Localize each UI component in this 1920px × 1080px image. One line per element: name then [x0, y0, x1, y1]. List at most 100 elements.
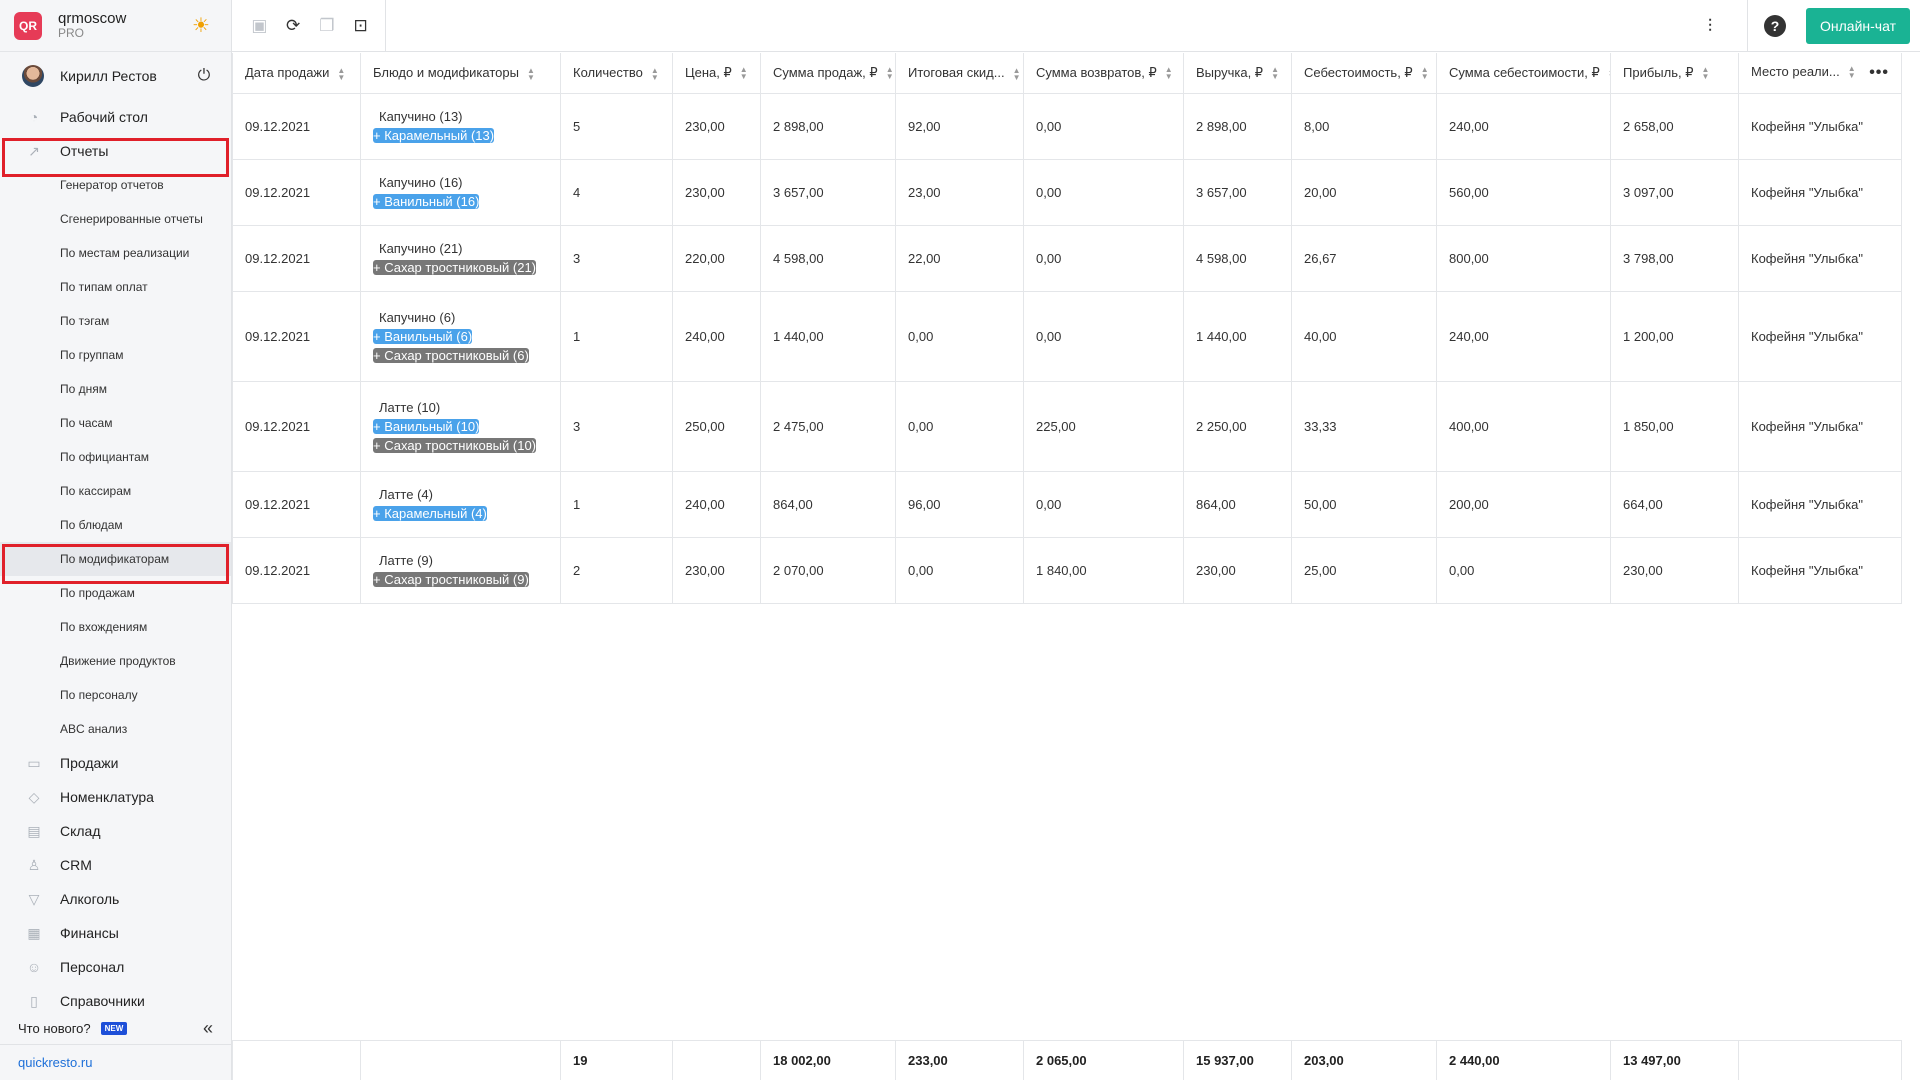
sidebar-report-item[interactable]: По типам оплат: [0, 270, 231, 304]
nav-item-label: CRM: [60, 857, 92, 873]
nav-section-item[interactable]: ◇ Номенклатура: [0, 780, 231, 814]
dish-name: Латте (4): [379, 487, 433, 502]
sidebar-report-item[interactable]: По группам: [0, 338, 231, 372]
inbox-icon[interactable]: ⊡: [351, 16, 370, 36]
site-link[interactable]: quickresto.ru: [0, 1044, 231, 1080]
column-header[interactable]: Цена, ₽ ▲ ▼: [672, 53, 761, 94]
cell-returns: 0,00: [1023, 470, 1184, 538]
nav-item-desktop[interactable]: ◔ Рабочий стол: [0, 100, 231, 134]
nav-section-item[interactable]: ▦ Финансы: [0, 916, 231, 950]
sidebar-report-item[interactable]: По местам реализации: [0, 236, 231, 270]
settings-sliders-icon[interactable]: ⫶: [1699, 15, 1721, 37]
column-header[interactable]: Количество ▲ ▼: [560, 53, 673, 94]
sort-icon[interactable]: ▲▼: [1271, 66, 1279, 81]
sort-icon[interactable]: ▲▼: [1165, 66, 1173, 81]
column-header[interactable]: Сумма возвратов, ₽ ▲ ▼: [1023, 53, 1184, 94]
table-row[interactable]: 09.12.2021 Капучино (6) + Ванильный (6) + С…: [232, 290, 1902, 382]
cell-profit: 1 850,00: [1610, 380, 1739, 472]
online-chat-button[interactable]: Онлайн-чат: [1806, 8, 1910, 44]
sidebar-report-item[interactable]: ABC анализ: [0, 712, 231, 746]
cell-revenue: 1 440,00: [1183, 290, 1292, 382]
more-options-icon[interactable]: •••: [1869, 64, 1889, 82]
sidebar-report-item[interactable]: По официантам: [0, 440, 231, 474]
new-badge: NEW: [100, 1021, 128, 1035]
user-profile[interactable]: Кирилл Рестов ⏻: [0, 52, 231, 100]
sidebar-report-item[interactable]: По модификаторам: [0, 542, 231, 576]
column-header[interactable]: Блюдо и модификаторы ▲ ▼: [360, 53, 561, 94]
sidebar-report-item[interactable]: По часам: [0, 406, 231, 440]
brand-name: qrmoscow: [58, 9, 127, 27]
sort-icon[interactable]: ▲▼: [1848, 65, 1856, 80]
collapse-sidebar-icon[interactable]: «: [203, 1018, 213, 1039]
sidebar-report-item[interactable]: По кассирам: [0, 474, 231, 508]
column-header[interactable]: Итоговая скид... ▲ ▼: [895, 53, 1024, 94]
sidebar-report-item[interactable]: По блюдам: [0, 508, 231, 542]
sidebar-report-item[interactable]: По дням: [0, 372, 231, 406]
nav-item-reports[interactable]: ↗ Отчеты: [0, 134, 231, 168]
table-row[interactable]: 09.12.2021 Капучино (16) + Ванильный (16) 4…: [232, 158, 1902, 226]
whats-new-link[interactable]: Что нового? NEW «: [0, 1012, 231, 1044]
sidebar-report-item[interactable]: По персоналу: [0, 678, 231, 712]
cell-date: 09.12.2021: [232, 536, 361, 604]
column-header[interactable]: Прибыль, ₽ ▲ ▼: [1610, 53, 1739, 94]
cell-place: Кофейня "Улыбка": [1738, 536, 1902, 604]
column-header[interactable]: Дата продажи ▲ ▼: [232, 53, 361, 94]
cell-discount: 0,00: [895, 290, 1024, 382]
sort-icon[interactable]: ▲▼: [527, 66, 535, 81]
cell-qty: 5: [560, 92, 673, 160]
table-row[interactable]: 09.12.2021 Латте (10) + Ванильный (10) + Са…: [232, 380, 1902, 472]
sort-icon[interactable]: ▲▼: [337, 66, 345, 81]
sun-icon[interactable]: ☀: [191, 16, 211, 36]
sidebar-report-item[interactable]: Генератор отчетов: [0, 168, 231, 202]
total-sales: 18 002,00: [760, 1040, 896, 1080]
copy-icon[interactable]: ❐: [318, 16, 337, 36]
column-header-label: Место реали...: [1751, 63, 1840, 79]
sort-icon[interactable]: ▲▼: [1701, 66, 1709, 81]
brand-header[interactable]: QR qrmoscow PRO ☀: [0, 0, 231, 52]
sort-icon[interactable]: ▲▼: [1421, 66, 1429, 81]
cell-place: Кофейня "Улыбка": [1738, 158, 1902, 226]
nav-section-item[interactable]: ▭ Продажи: [0, 746, 231, 780]
cell-discount: 96,00: [895, 470, 1024, 538]
totals-table: 19 18 002,00 233,00 2 065,00 15 937,00 2…: [232, 1040, 1902, 1080]
nav-section-item[interactable]: ▽ Алкоголь: [0, 882, 231, 916]
sort-icon[interactable]: ▲▼: [1013, 66, 1021, 81]
cell-cost: 33,33: [1291, 380, 1437, 472]
table-row[interactable]: 09.12.2021 Латте (4) + Карамельный (4) 1 240…: [232, 470, 1902, 538]
cell-sales: 3 657,00: [760, 158, 896, 226]
sidebar-report-item[interactable]: По вхождениям: [0, 610, 231, 644]
nav-section-item[interactable]: ♙ CRM: [0, 848, 231, 882]
sidebar-report-item[interactable]: По продажам: [0, 576, 231, 610]
total-cell: [232, 1040, 361, 1080]
column-header-label: Блюдо и модификаторы: [373, 64, 519, 80]
table-row[interactable]: 09.12.2021 Капучино (13) + Карамельный (13…: [232, 92, 1902, 160]
nav-section-item[interactable]: ☺ Персонал: [0, 950, 231, 984]
cell-profit: 2 658,00: [1610, 92, 1739, 160]
column-header-label: Выручка, ₽: [1196, 64, 1264, 80]
table-row[interactable]: 09.12.2021 Капучино (21) + Сахар тростнико…: [232, 224, 1902, 292]
sidebar-report-item[interactable]: Движение продуктов: [0, 644, 231, 678]
sidebar-report-item[interactable]: Сгенерированные отчеты: [0, 202, 231, 236]
nav-item-label: Отчеты: [60, 143, 109, 159]
sort-icon[interactable]: ▲▼: [651, 66, 659, 81]
sidebar-report-item[interactable]: По тэгам: [0, 304, 231, 338]
cell-qty: 3: [560, 380, 673, 472]
sort-icon[interactable]: ▲▼: [886, 66, 894, 81]
table-body: 09.12.2021 Капучино (13) + Карамельный (13…: [232, 92, 1902, 604]
sort-icon[interactable]: ▲▼: [740, 66, 748, 81]
dish-name: Латте (9): [379, 553, 433, 568]
column-header[interactable]: Выручка, ₽ ▲ ▼: [1183, 53, 1292, 94]
sidebar: QR qrmoscow PRO ☀ Кирилл Рестов ⏻ ◔ Рабо…: [0, 0, 232, 1080]
column-header[interactable]: Сумма продаж, ₽ ▲ ▼: [760, 53, 896, 94]
power-icon[interactable]: ⏻: [195, 67, 213, 85]
modifier-badge: + Сахар тростниковый (9): [373, 572, 529, 587]
column-header[interactable]: Сумма себестоимости, ₽▲▼: [1436, 53, 1611, 94]
table-row[interactable]: 09.12.2021 Латте (9) + Сахар тростниковый …: [232, 536, 1902, 604]
nav-section-item[interactable]: ▤ Склад: [0, 814, 231, 848]
column-header[interactable]: Место реали... ▲ ▼ •••: [1738, 53, 1902, 94]
help-icon[interactable]: ?: [1764, 15, 1787, 37]
cell-date: 09.12.2021: [232, 224, 361, 292]
refresh-icon[interactable]: ⟳: [284, 16, 303, 36]
save-icon[interactable]: ▣: [250, 16, 269, 36]
column-header[interactable]: Себестоимость, ₽ ▲ ▼: [1291, 53, 1437, 94]
